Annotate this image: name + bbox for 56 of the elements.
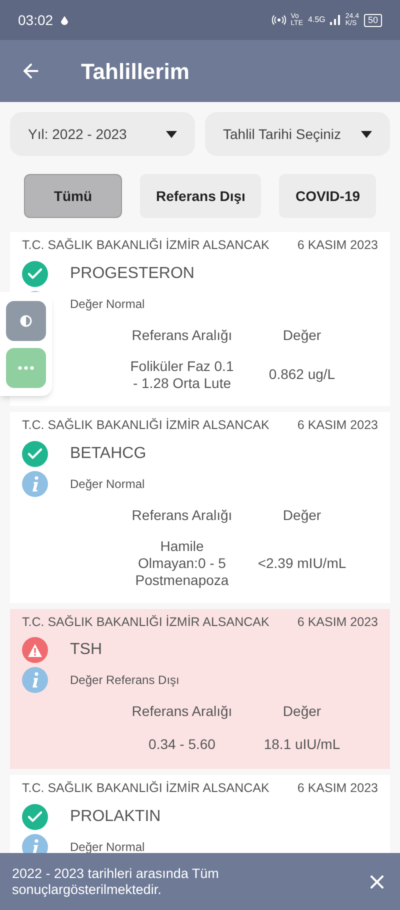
lab-name: T.C. SAĞLIK BAKANLIĞI İZMİR ALSANCAK: [22, 614, 270, 630]
result-card[interactable]: T.C. SAĞLIK BAKANLIĞI İZMİR ALSANCAK 6 KASIM 2023 BETAHCG Değer Normal Referans Aralığı Değer Hamile Olmayan:0 - 5 Postmenapoza <2.39 mIU/mL: [10, 412, 390, 602]
lab-name: T.C. SAĞLIK BAKANLIĞI İZMİR ALSANCAK: [22, 237, 270, 254]
column-header: Değer: [282, 326, 322, 345]
status-text: Değer Normal: [70, 296, 145, 313]
network-label: 4.5G: [308, 14, 326, 26]
status-text: Değer Referans Dışı: [70, 672, 180, 690]
snackbar-message: 2022 - 2023 tarihleri arasında Tüm sonuçlargösterilmektedir.: [12, 866, 220, 898]
test-name: PROLAKTIN: [70, 807, 161, 827]
lab-name: T.C. SAĞLIK BAKANLIĞI İZMİR ALSANCAK: [22, 780, 270, 798]
check-icon: [22, 804, 48, 830]
drop-icon: [61, 16, 68, 24]
lab-name: T.C. SAĞLIK BAKANLIĞI İZMİR ALSANCAK: [22, 416, 270, 434]
filter-tab[interactable]: Tümü: [24, 174, 122, 218]
filter-dropdown[interactable]: Yıl: 2022 - 2023: [10, 112, 195, 156]
reference-range: Foliküler Faz 0.1 - 1.28 Orta Lute: [130, 358, 234, 392]
test-name: BETAHCG: [70, 444, 146, 464]
result-card[interactable]: T.C. SAĞLIK BAKANLIĞI İZMİR ALSANCAK 6 KASIM 2023 PROGESTERON Değer Normal Referans Aralığı Değer Foliküler Faz 0.1 - 1.28 Orta Lute 0.862 ug/L: [10, 232, 390, 406]
result-date: 6 KASIM 2023: [297, 780, 378, 798]
result-value: 18.1 uIU/mL: [262, 735, 342, 754]
result-value: 0.862 ug/L: [268, 365, 336, 384]
signal-icon: [330, 15, 340, 25]
test-name: PROGESTERON: [70, 264, 194, 284]
status-text: Değer Normal: [70, 476, 145, 492]
caret-icon: [361, 130, 372, 138]
reference-range: 0.34 - 5.60: [148, 736, 216, 754]
more-icon: [18, 366, 34, 370]
check-icon: [22, 440, 48, 466]
caret-icon: [166, 130, 177, 138]
column-header: Referans Aralığı: [130, 506, 234, 525]
result-date: 6 KASIM 2023: [297, 237, 378, 254]
result-date: 6 KASIM 2023: [297, 416, 378, 434]
info-icon[interactable]: [22, 834, 48, 853]
page-title: Tahlillerim: [81, 58, 190, 86]
test-name: TSH: [70, 640, 102, 660]
info-icon[interactable]: [22, 667, 48, 694]
column-header: Değer: [282, 702, 322, 722]
battery-icon: 50: [364, 14, 382, 26]
more-button[interactable]: [6, 348, 46, 388]
result-card[interactable]: T.C. SAĞLIK BAKANLIĞI İZMİR ALSANCAK 6 KASIM 2023 TSH Değer Referans Dışı Referans Aralığı Değer 0.34 - 5.60 18.1 uIU/mL: [10, 608, 390, 770]
filter-tab[interactable]: Referans Dışı: [140, 174, 262, 218]
info-icon[interactable]: [22, 470, 48, 496]
warning-icon: [22, 637, 48, 664]
result-date: 6 KASIM 2023: [297, 614, 378, 630]
column-header: Referans Aralığı: [130, 326, 234, 345]
clock: 03:02: [18, 10, 54, 30]
result-value: <2.39 mIU/mL: [256, 554, 348, 572]
contrast-icon: [20, 314, 32, 326]
filter-dropdown[interactable]: Tahlil Tarihi Seçiniz: [205, 112, 390, 156]
hotspot-icon: [272, 15, 286, 25]
column-header: Değer: [282, 506, 322, 525]
column-header: Referans Aralığı: [130, 702, 234, 722]
reference-range: Hamile Olmayan:0 - 5 Postmenapoza: [134, 538, 230, 588]
filter-tab[interactable]: COVID-19: [279, 174, 376, 218]
check-icon: [22, 260, 48, 287]
contrast-button[interactable]: [6, 300, 46, 340]
